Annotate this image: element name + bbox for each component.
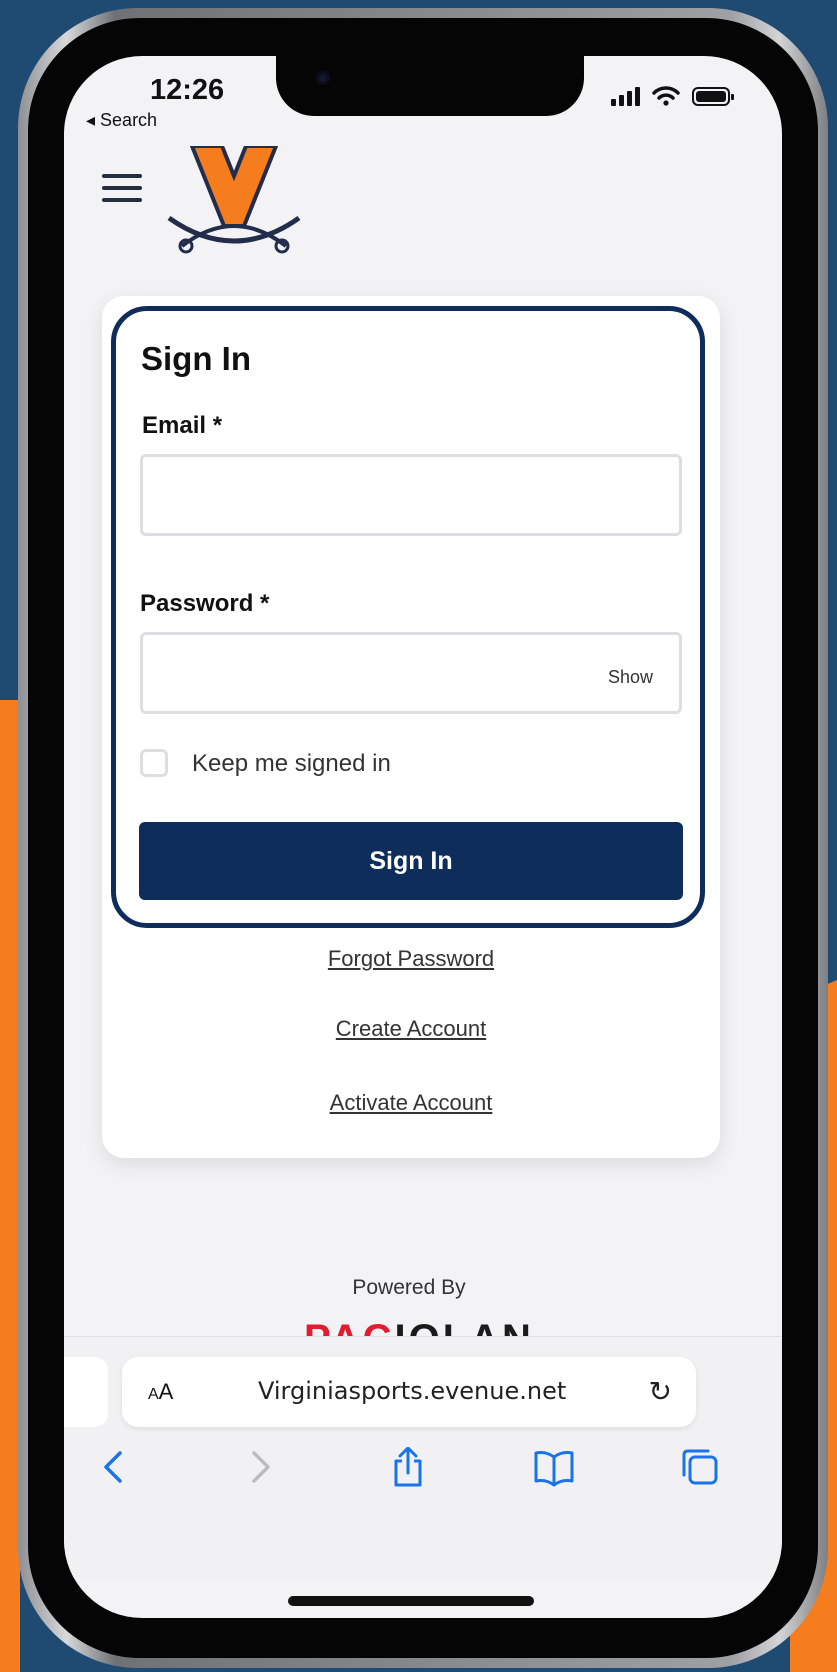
- phone-bezel: 12:26 ◂ Search Sign In Email * Password …: [28, 18, 818, 1658]
- signin-title: Sign In: [141, 340, 251, 377]
- share-icon[interactable]: [388, 1447, 428, 1487]
- forward-icon[interactable]: [240, 1447, 280, 1487]
- powered-by-label: Powered By: [352, 1276, 466, 1299]
- password-field[interactable]: Show: [140, 632, 682, 714]
- show-password-toggle[interactable]: Show: [608, 667, 653, 688]
- keep-signed-in-checkbox[interactable]: [140, 749, 168, 777]
- virginia-v-sabres-logo[interactable]: [164, 146, 304, 256]
- previous-tab-peek[interactable]: [64, 1357, 108, 1427]
- status-time: 12:26: [150, 74, 225, 106]
- cellular-signal-icon: [611, 86, 640, 106]
- browser-bottom-bar: AA Virginiasports.evenue.net ↻: [64, 1336, 782, 1578]
- tabs-icon[interactable]: [680, 1447, 720, 1487]
- reload-icon[interactable]: ↻: [649, 1375, 672, 1408]
- front-camera: [316, 71, 330, 85]
- battery-icon: [692, 87, 734, 106]
- address-bar[interactable]: AA Virginiasports.evenue.net ↻: [122, 1357, 696, 1427]
- forgot-password-link[interactable]: Forgot Password: [102, 946, 720, 972]
- password-label: Password *: [140, 590, 270, 617]
- signin-button[interactable]: Sign In: [139, 822, 683, 900]
- bookmarks-icon[interactable]: [534, 1447, 574, 1487]
- wifi-icon: [652, 86, 680, 106]
- email-label: Email *: [142, 412, 223, 439]
- create-account-link[interactable]: Create Account: [102, 1016, 720, 1042]
- phone-screen: 12:26 ◂ Search Sign In Email * Password …: [64, 56, 782, 1618]
- text-size-button[interactable]: AA: [148, 1379, 173, 1405]
- hamburger-menu-icon[interactable]: [102, 174, 144, 204]
- home-indicator: [288, 1596, 534, 1606]
- keep-signed-in-label[interactable]: Keep me signed in: [192, 750, 391, 778]
- back-to-search[interactable]: ◂ Search: [86, 110, 157, 131]
- activate-account-link[interactable]: Activate Account: [102, 1090, 720, 1116]
- back-icon[interactable]: [94, 1447, 134, 1487]
- email-field[interactable]: [140, 454, 682, 536]
- url-text[interactable]: Virginiasports.evenue.net: [258, 1377, 566, 1405]
- notch: [276, 56, 584, 116]
- status-icons: [611, 86, 734, 106]
- phone-frame: 12:26 ◂ Search Sign In Email * Password …: [18, 8, 828, 1668]
